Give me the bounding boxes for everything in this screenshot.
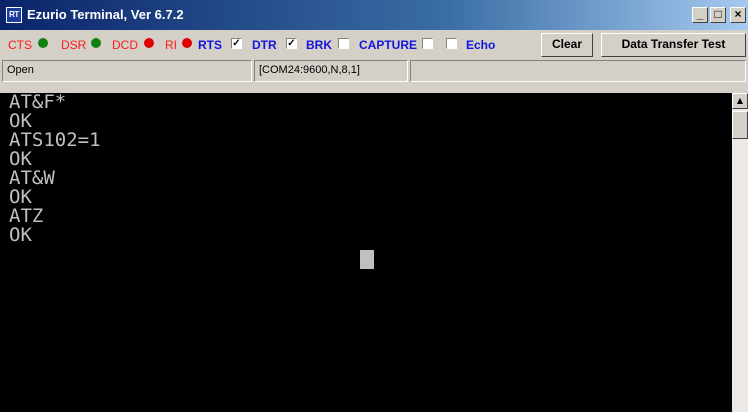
minimize-button[interactable]: _: [692, 7, 708, 23]
dtr-checkbox[interactable]: ✓: [286, 38, 297, 49]
ri-led-icon: [182, 38, 192, 48]
dcd-label: DCD: [112, 38, 138, 52]
terminal-line: OK: [9, 224, 32, 246]
data-transfer-test-button[interactable]: Data Transfer Test: [601, 33, 746, 57]
close-button[interactable]: ×: [730, 7, 746, 23]
dcd-led-icon: [144, 38, 154, 48]
status-bar: Open [COM24:9600,N,8,1]: [0, 60, 748, 82]
scroll-up-arrow-icon[interactable]: ▲: [732, 93, 748, 109]
echo-checkbox[interactable]: [446, 38, 457, 49]
title-bar: RT Ezurio Terminal, Ver 6.7.2 _ □ ×: [0, 0, 748, 30]
terminal-app-icon[interactable]: RT: [6, 7, 22, 23]
window-title: Ezurio Terminal, Ver 6.7.2: [27, 7, 184, 22]
status-panel-empty: [410, 60, 746, 82]
clear-button[interactable]: Clear: [541, 33, 593, 57]
cts-led-icon: [38, 38, 48, 48]
terminal-lines: AT&F* OK ATS102=1 OK AT&W OK ATZ OK: [9, 93, 101, 245]
rts-checkbox[interactable]: ✓: [231, 38, 242, 49]
ri-label: RI: [165, 38, 177, 52]
connection-status: Open: [2, 60, 252, 82]
scrollbar-thumb[interactable]: [732, 111, 748, 139]
dsr-label: DSR: [61, 38, 87, 52]
brk-checkbox[interactable]: [338, 38, 349, 49]
dsr-led-icon: [91, 38, 101, 48]
terminal-output[interactable]: AT&F* OK ATS102=1 OK AT&W OK ATZ OK: [0, 93, 732, 412]
rts-label: RTS: [198, 38, 222, 52]
cts-label: CTS: [8, 38, 32, 52]
port-settings: [COM24:9600,N,8,1]: [254, 60, 408, 82]
terminal-cursor: [360, 250, 374, 269]
echo-label: Echo: [466, 38, 496, 52]
maximize-button[interactable]: □: [710, 7, 726, 23]
capture-checkbox[interactable]: [422, 38, 433, 49]
brk-label: BRK: [306, 38, 332, 52]
signal-toolbar: CTS DSR DCD RI RTS ✓ DTR ✓ BRK CAPTURE E…: [0, 33, 748, 57]
capture-label: CAPTURE: [359, 38, 418, 52]
dtr-label: DTR: [252, 38, 277, 52]
vertical-scrollbar[interactable]: ▲: [732, 93, 748, 412]
